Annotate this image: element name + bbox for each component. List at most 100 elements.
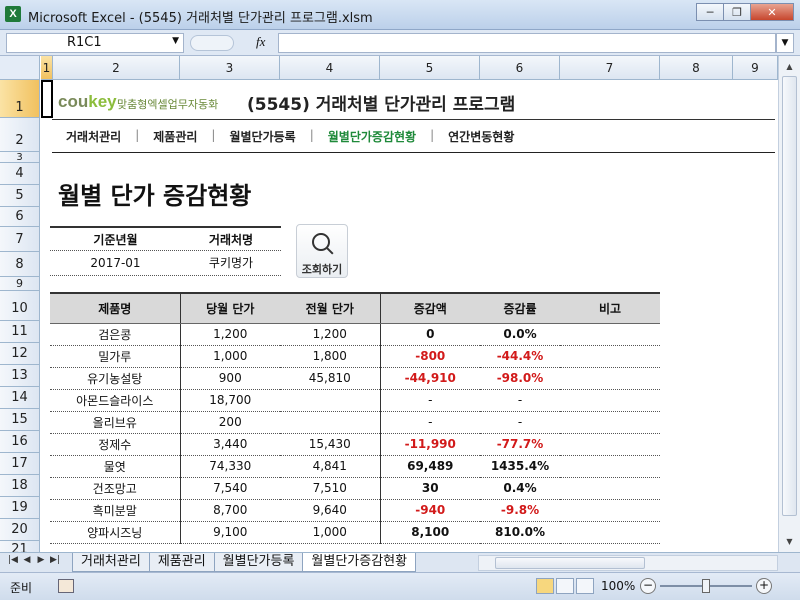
client-field[interactable]: 쿠키명가 bbox=[181, 251, 281, 275]
cell-diff[interactable]: 69,489 bbox=[380, 455, 480, 478]
row-header[interactable]: 8 bbox=[0, 252, 40, 277]
cell-current-price[interactable]: 900 bbox=[180, 367, 280, 390]
zoom-slider-thumb[interactable] bbox=[702, 579, 710, 593]
nav-monthly-price-entry[interactable]: 월별단가등록 bbox=[229, 128, 295, 145]
cell-previous-price[interactable] bbox=[280, 389, 381, 412]
next-sheet-icon[interactable]: ▶ bbox=[34, 555, 48, 565]
sheet-tab-clients[interactable]: 거래처관리 bbox=[72, 553, 150, 572]
cell-product[interactable]: 물엿 bbox=[50, 455, 181, 478]
cell-previous-price[interactable]: 9,640 bbox=[280, 499, 381, 522]
close-button[interactable]: ✕ bbox=[750, 3, 794, 21]
name-box[interactable]: R1C1 ▼ bbox=[6, 33, 184, 53]
cell-rate[interactable]: 0.0% bbox=[480, 323, 560, 346]
horizontal-scroll-thumb[interactable] bbox=[495, 557, 645, 569]
cell-diff[interactable]: - bbox=[380, 389, 480, 412]
nav-client-management[interactable]: 거래처관리 bbox=[66, 128, 121, 145]
cell-current-price[interactable]: 9,100 bbox=[180, 521, 280, 544]
row-header[interactable]: 16 bbox=[0, 431, 40, 453]
cell-product[interactable]: 밀가루 bbox=[50, 345, 181, 368]
cell-note[interactable] bbox=[560, 411, 660, 434]
cell-diff[interactable]: -800 bbox=[380, 345, 480, 368]
nav-monthly-price-change[interactable]: 월별단가증감현황 bbox=[328, 128, 416, 145]
sheet-tab-monthly-entry[interactable]: 월별단가등록 bbox=[213, 553, 304, 572]
row-header[interactable]: 20 bbox=[0, 519, 40, 541]
nav-annual-change[interactable]: 연간변동현황 bbox=[448, 128, 514, 145]
cell-product[interactable]: 양파시즈닝 bbox=[50, 521, 181, 544]
cell-diff[interactable]: -11,990 bbox=[380, 433, 480, 456]
vertical-scrollbar[interactable]: ▲ ▼ bbox=[778, 56, 800, 552]
row-header[interactable]: 18 bbox=[0, 475, 40, 497]
cell-product[interactable]: 유기농설탕 bbox=[50, 367, 181, 390]
column-header[interactable]: 5 bbox=[380, 56, 480, 80]
cell-product[interactable]: 검은콩 bbox=[50, 323, 181, 346]
cell-note[interactable] bbox=[560, 455, 660, 478]
formula-resize-handle[interactable] bbox=[190, 35, 234, 51]
cell-current-price[interactable]: 7,540 bbox=[180, 477, 280, 500]
cell-product[interactable]: 정제수 bbox=[50, 433, 181, 456]
scroll-down-icon[interactable]: ▼ bbox=[781, 533, 798, 550]
select-all-corner[interactable] bbox=[0, 56, 40, 80]
row-header[interactable]: 6 bbox=[0, 207, 40, 227]
cell-current-price[interactable]: 1,000 bbox=[180, 345, 280, 368]
cell-rate[interactable]: -98.0% bbox=[480, 367, 560, 390]
row-header[interactable]: 17 bbox=[0, 453, 40, 475]
cell-rate[interactable]: - bbox=[480, 411, 560, 434]
cell-current-price[interactable]: 200 bbox=[180, 411, 280, 434]
expand-formula-bar-icon[interactable]: ▼ bbox=[776, 33, 794, 53]
year-month-field[interactable]: 2017-01 bbox=[50, 251, 181, 275]
cell-note[interactable] bbox=[560, 323, 660, 346]
worksheet-grid[interactable]: 1 2 3 4 5 6 7 8 9 1 2 3 4 5 6 7 8 9 10 1… bbox=[0, 56, 778, 552]
row-header[interactable]: 19 bbox=[0, 497, 40, 519]
row-header[interactable]: 15 bbox=[0, 409, 40, 431]
page-break-view-icon[interactable] bbox=[576, 578, 594, 594]
restore-button[interactable]: ❐ bbox=[723, 3, 751, 21]
search-button[interactable]: 조회하기 bbox=[296, 224, 348, 278]
vertical-scroll-thumb[interactable] bbox=[782, 76, 797, 516]
column-header[interactable]: 9 bbox=[733, 56, 778, 80]
zoom-in-icon[interactable]: + bbox=[756, 578, 772, 594]
page-layout-view-icon[interactable] bbox=[556, 578, 574, 594]
horizontal-scrollbar[interactable] bbox=[478, 555, 778, 571]
row-header[interactable]: 2 bbox=[0, 118, 40, 152]
cell-diff[interactable]: -940 bbox=[380, 499, 480, 522]
zoom-out-icon[interactable]: − bbox=[640, 578, 656, 594]
scroll-up-icon[interactable]: ▲ bbox=[781, 58, 798, 75]
column-header[interactable]: 2 bbox=[53, 56, 180, 80]
cell-note[interactable] bbox=[560, 521, 660, 544]
column-header[interactable]: 1 bbox=[41, 56, 53, 80]
cell-previous-price[interactable]: 4,841 bbox=[280, 455, 381, 478]
prev-sheet-icon[interactable]: ◀ bbox=[20, 555, 34, 565]
row-header[interactable]: 10 bbox=[0, 291, 40, 321]
row-header[interactable]: 7 bbox=[0, 227, 40, 252]
column-header[interactable]: 3 bbox=[180, 56, 280, 80]
cell-note[interactable] bbox=[560, 477, 660, 500]
cell-rate[interactable]: -9.8% bbox=[480, 499, 560, 522]
sheet-tab-products[interactable]: 제품관리 bbox=[148, 553, 215, 572]
insert-function-icon[interactable]: fx bbox=[256, 34, 265, 50]
cell-note[interactable] bbox=[560, 389, 660, 412]
cell-rate[interactable]: - bbox=[480, 389, 560, 412]
cell-product[interactable]: 올리브유 bbox=[50, 411, 181, 434]
row-header[interactable]: 12 bbox=[0, 343, 40, 365]
active-cell[interactable] bbox=[41, 80, 53, 118]
cell-product[interactable]: 흑미분말 bbox=[50, 499, 181, 522]
cell-rate[interactable]: -44.4% bbox=[480, 345, 560, 368]
cell-diff[interactable]: -44,910 bbox=[380, 367, 480, 390]
zoom-level[interactable]: 100% bbox=[601, 579, 635, 593]
column-header[interactable]: 7 bbox=[560, 56, 660, 80]
row-header[interactable]: 1 bbox=[0, 80, 40, 118]
cell-product[interactable]: 건조망고 bbox=[50, 477, 181, 500]
formula-input[interactable] bbox=[278, 33, 776, 53]
cell-previous-price[interactable]: 7,510 bbox=[280, 477, 381, 500]
cell-diff[interactable]: 0 bbox=[380, 323, 480, 346]
normal-view-icon[interactable] bbox=[536, 578, 554, 594]
cell-previous-price[interactable] bbox=[280, 411, 381, 434]
minimize-button[interactable]: ─ bbox=[696, 3, 724, 21]
cell-current-price[interactable]: 3,440 bbox=[180, 433, 280, 456]
cell-current-price[interactable]: 18,700 bbox=[180, 389, 280, 412]
column-header[interactable]: 6 bbox=[480, 56, 560, 80]
cell-note[interactable] bbox=[560, 367, 660, 390]
excel-app-icon[interactable]: X bbox=[5, 6, 21, 22]
cell-previous-price[interactable]: 1,800 bbox=[280, 345, 381, 368]
column-header[interactable]: 4 bbox=[280, 56, 380, 80]
